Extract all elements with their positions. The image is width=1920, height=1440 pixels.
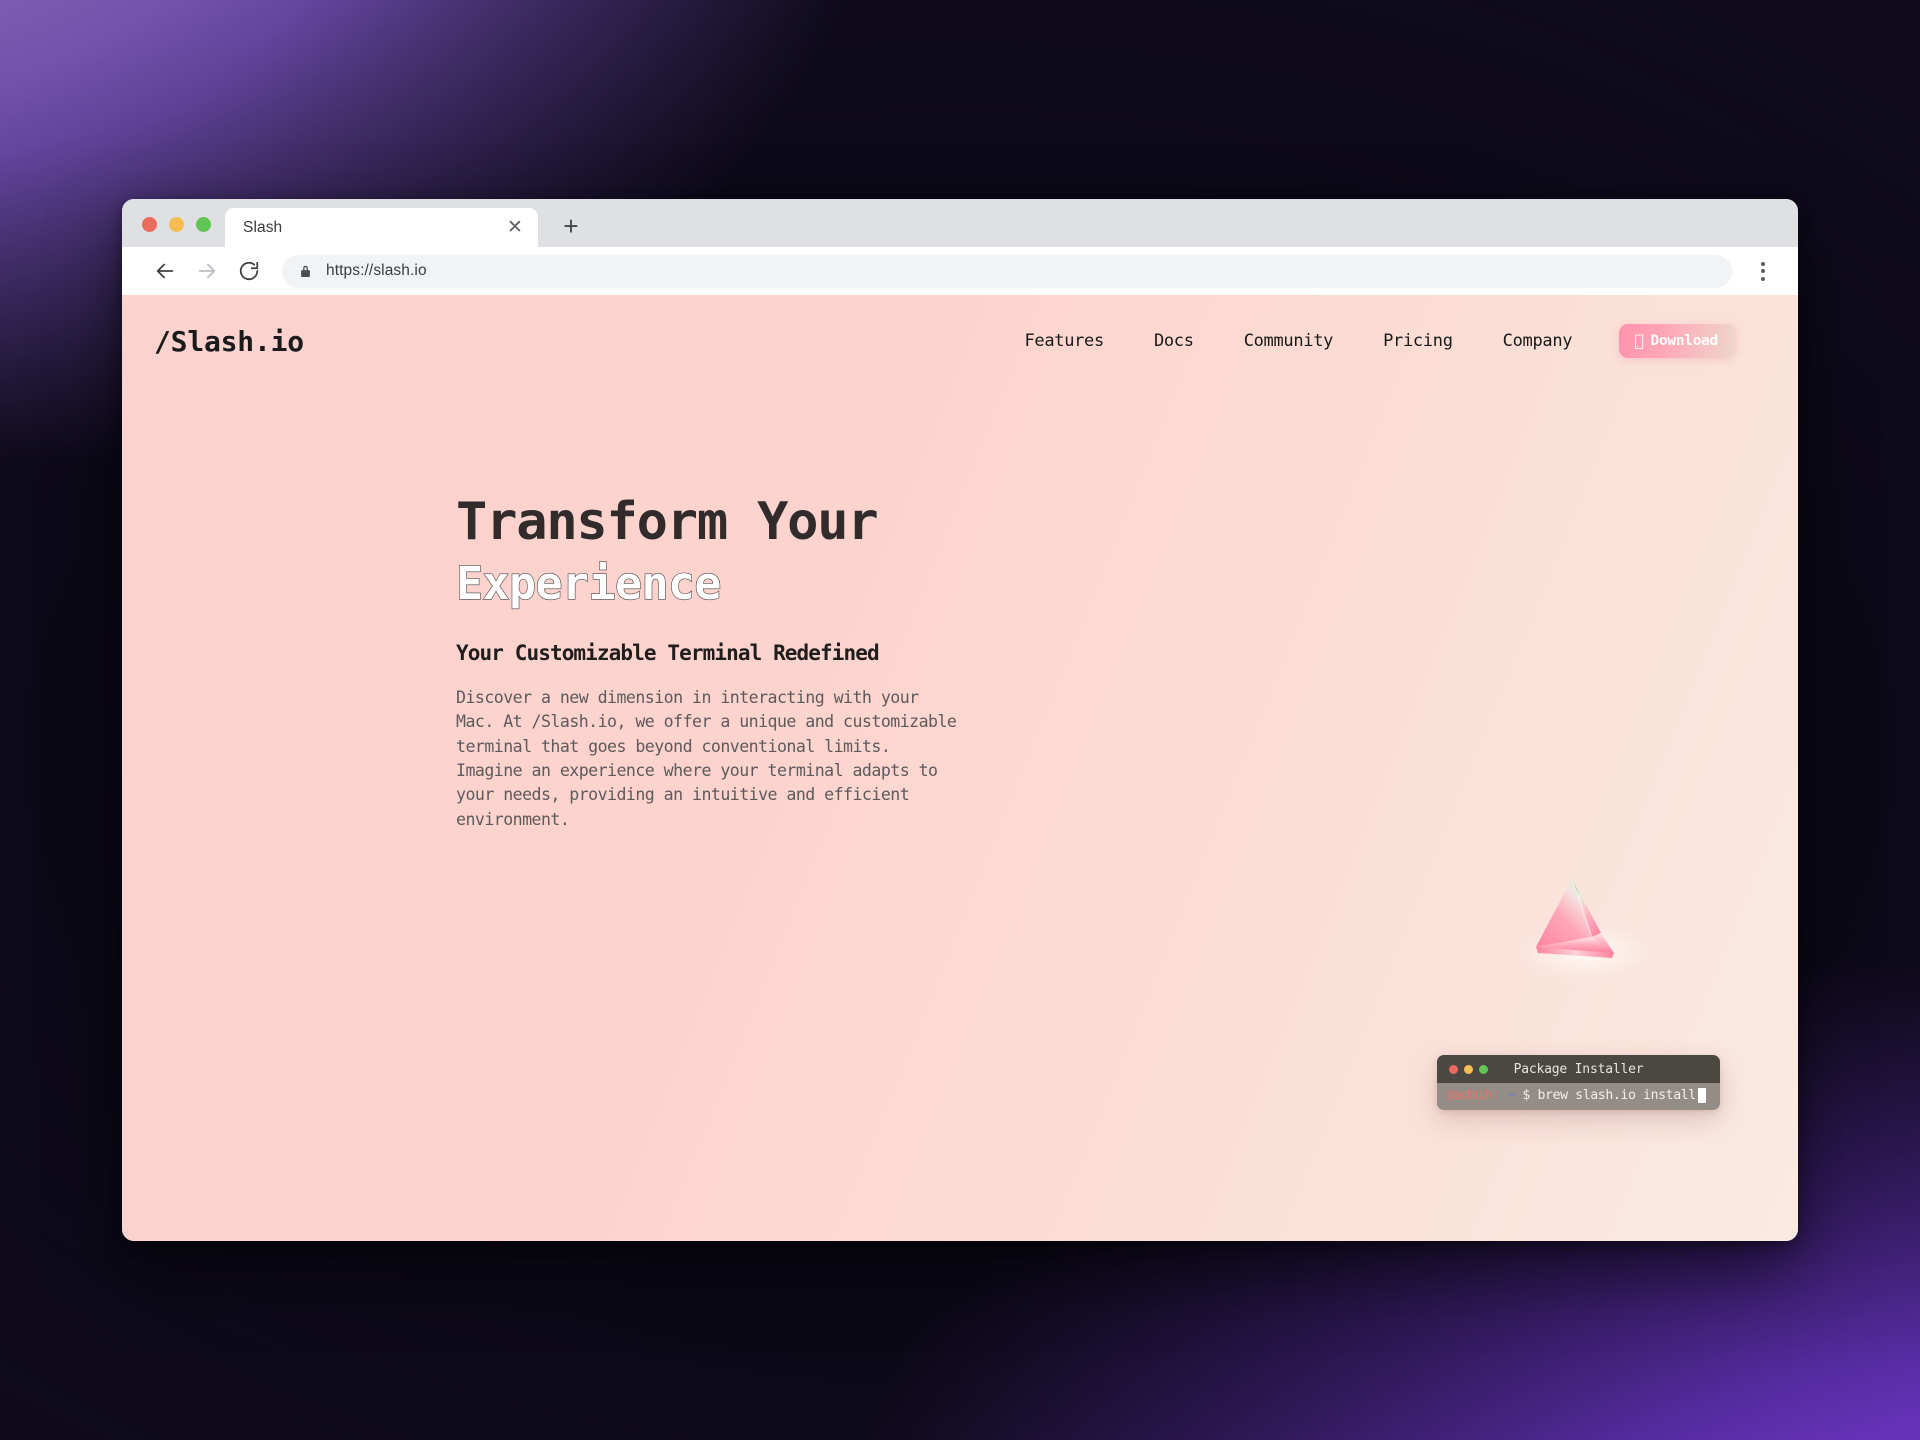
pyramid-logo xyxy=(1488,861,1684,983)
hero-section: Transform Your Experience Your Customiza… xyxy=(122,387,1798,832)
terminal-prompt-path: ~ xyxy=(1499,1088,1523,1103)
minimize-window-button[interactable] xyxy=(169,217,184,232)
forward-button[interactable] xyxy=(186,250,228,292)
terminal-cursor xyxy=(1697,1088,1706,1103)
terminal-titlebar: Package Installer xyxy=(1437,1055,1720,1083)
pyramid-icon xyxy=(1536,878,1614,958)
hero-subheadline: Your Customizable Terminal Redefined xyxy=(456,640,880,665)
address-bar[interactable]: https://slash.io xyxy=(282,254,1732,288)
maximize-window-button[interactable] xyxy=(196,217,211,232)
terminal-prompt-user: @admin: xyxy=(1447,1088,1500,1103)
nav-link-community[interactable]: Community xyxy=(1219,331,1358,351)
reload-icon xyxy=(239,261,259,281)
browser-tab-strip: Slash ✕ + xyxy=(122,199,1798,247)
site-header: /Slash.io Features Docs Community Pricin… xyxy=(122,295,1798,387)
terminal-title: Package Installer xyxy=(1513,1061,1644,1077)
window-traffic-lights xyxy=(136,217,225,247)
terminal-command: $ brew slash.io install xyxy=(1522,1088,1696,1103)
arrow-right-icon xyxy=(198,263,216,279)
reload-button[interactable] xyxy=(228,250,270,292)
browser-window: Slash ✕ + https://slash.io /Slash.io Fea… xyxy=(122,199,1798,1241)
back-button[interactable] xyxy=(144,250,186,292)
terminal-body[interactable]: @admin: ~ $ brew slash.io install xyxy=(1437,1083,1720,1110)
address-bar-url: https://slash.io xyxy=(326,262,427,279)
browser-tab[interactable]: Slash ✕ xyxy=(225,208,538,247)
nav-link-pricing[interactable]: Pricing xyxy=(1358,331,1478,351)
apple-logo-icon:  xyxy=(1634,333,1644,349)
new-tab-button[interactable]: + xyxy=(554,209,588,243)
terminal-card: Package Installer @admin: ~ $ brew slash… xyxy=(1437,1055,1720,1110)
close-window-button[interactable] xyxy=(142,217,157,232)
site-logo[interactable]: /Slash.io xyxy=(154,325,304,358)
lock-icon xyxy=(301,265,310,277)
download-button[interactable]:  Download xyxy=(1619,324,1736,358)
hero-body-text: Discover a new dimension in interacting … xyxy=(456,687,957,829)
hero-headline-line1: Transform Your xyxy=(456,492,879,552)
arrow-left-icon xyxy=(156,263,174,279)
nav-link-company[interactable]: Company xyxy=(1478,331,1598,351)
kebab-menu-icon[interactable] xyxy=(1746,254,1780,288)
download-button-label: Download xyxy=(1650,333,1719,349)
hero-headline-line2: Experience xyxy=(455,557,722,611)
nav-link-docs[interactable]: Docs xyxy=(1129,331,1219,351)
nav-link-features[interactable]: Features xyxy=(999,331,1128,351)
close-icon[interactable]: ✕ xyxy=(502,215,528,241)
webpage-viewport: /Slash.io Features Docs Community Pricin… xyxy=(122,295,1798,1241)
site-navigation: Features Docs Community Pricing Company … xyxy=(999,324,1736,358)
tab-title: Slash xyxy=(243,218,283,236)
browser-toolbar: https://slash.io xyxy=(122,247,1798,295)
